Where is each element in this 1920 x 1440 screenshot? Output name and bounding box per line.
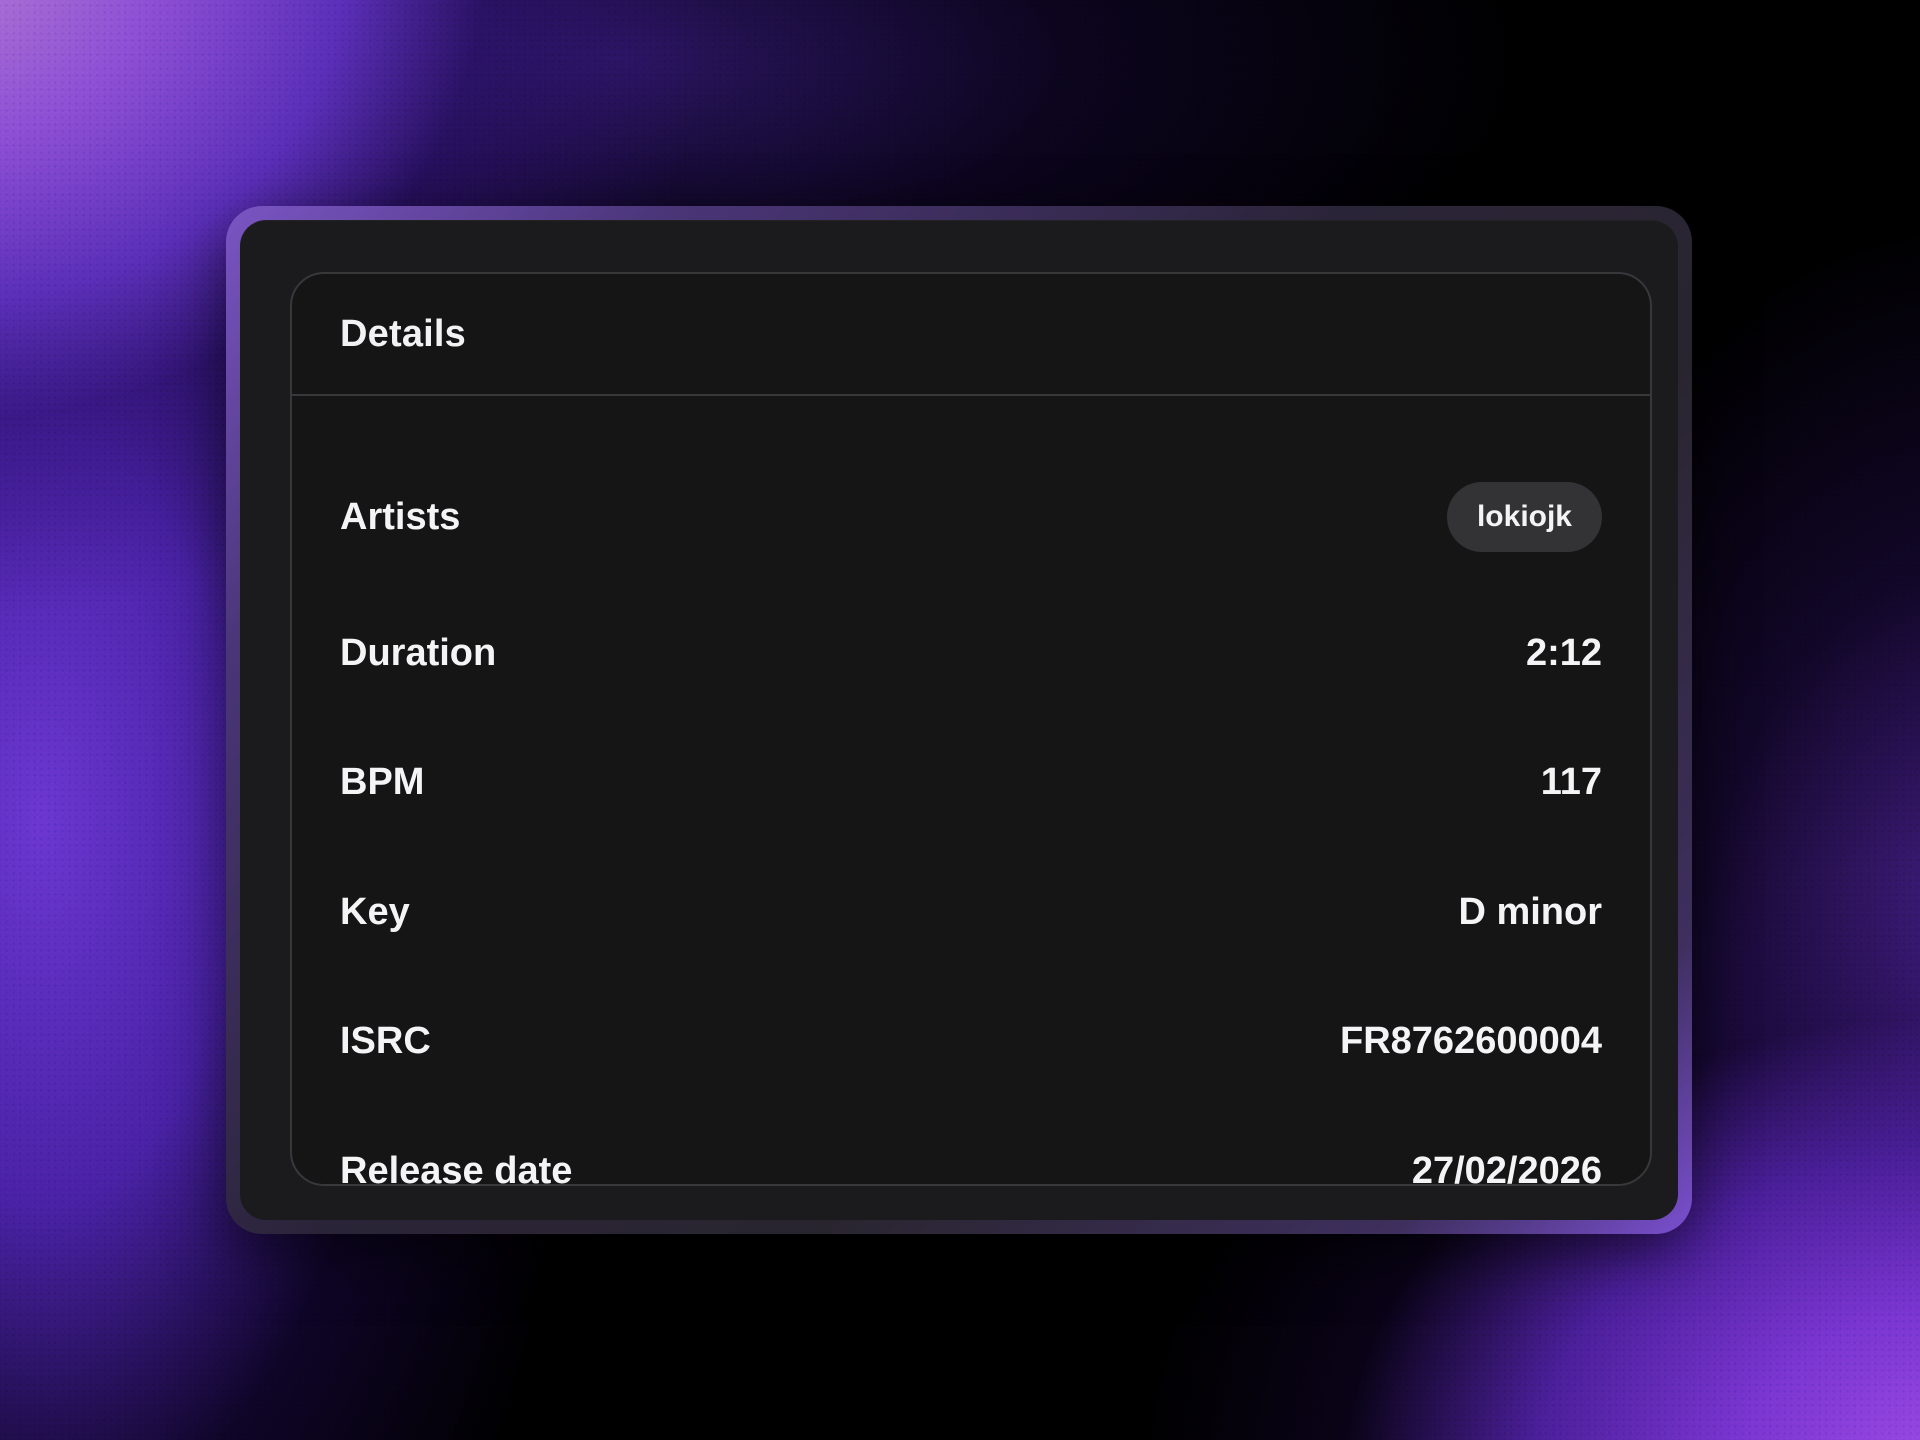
details-row-artists: Artists lokiojk	[340, 482, 1602, 552]
duration-label: Duration	[340, 631, 497, 674]
duration-value: 2:12	[1525, 631, 1602, 674]
details-panel: Details Artists lokiojk Duration 2:12 BP…	[290, 272, 1652, 1192]
details-row-duration: Duration 2:12	[340, 618, 1602, 688]
bpm-label: BPM	[340, 760, 425, 803]
details-header: Details	[292, 274, 1650, 396]
release-date-value: 27/02/2026	[1411, 1149, 1602, 1192]
artist-chip[interactable]: lokiojk	[1446, 482, 1602, 552]
details-row-isrc: ISRC FR8762600004	[340, 1006, 1602, 1076]
isrc-label: ISRC	[340, 1019, 431, 1062]
release-date-label: Release date	[340, 1149, 573, 1192]
bpm-value: 117	[1540, 760, 1602, 803]
details-title: Details	[340, 312, 467, 355]
key-value: D minor	[1458, 890, 1602, 933]
artists-label: Artists	[340, 495, 461, 538]
card-surface: Details Artists lokiojk Duration 2:12 BP…	[240, 220, 1678, 1220]
isrc-value: FR8762600004	[1340, 1019, 1602, 1062]
details-row-release-date: Release date 27/02/2026	[340, 1136, 1602, 1206]
details-row-bpm: BPM 117	[340, 747, 1602, 817]
details-row-key: Key D minor	[340, 877, 1602, 947]
track-details-card: Details Artists lokiojk Duration 2:12 BP…	[226, 206, 1692, 1234]
key-label: Key	[340, 890, 410, 933]
